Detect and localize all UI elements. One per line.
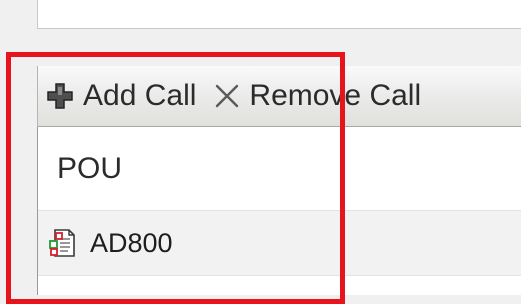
remove-call-button[interactable]: Remove Call bbox=[214, 66, 421, 126]
remove-call-label: Remove Call bbox=[249, 79, 422, 112]
table-row[interactable]: AD800 bbox=[38, 211, 521, 276]
add-call-button[interactable]: Add Call bbox=[46, 66, 196, 126]
column-header-label: POU bbox=[57, 151, 123, 185]
pou-call-table: POU AD800 bbox=[37, 127, 521, 295]
add-call-label: Add Call bbox=[83, 79, 197, 112]
call-toolbar: Add Call Remove Call bbox=[37, 66, 521, 127]
cross-icon bbox=[214, 83, 240, 109]
pou-document-icon bbox=[48, 228, 78, 258]
row-pou-name: AD800 bbox=[90, 227, 173, 258]
plus-icon bbox=[46, 82, 74, 110]
column-header-pou[interactable]: POU bbox=[38, 127, 521, 211]
upper-panel bbox=[37, 0, 521, 29]
